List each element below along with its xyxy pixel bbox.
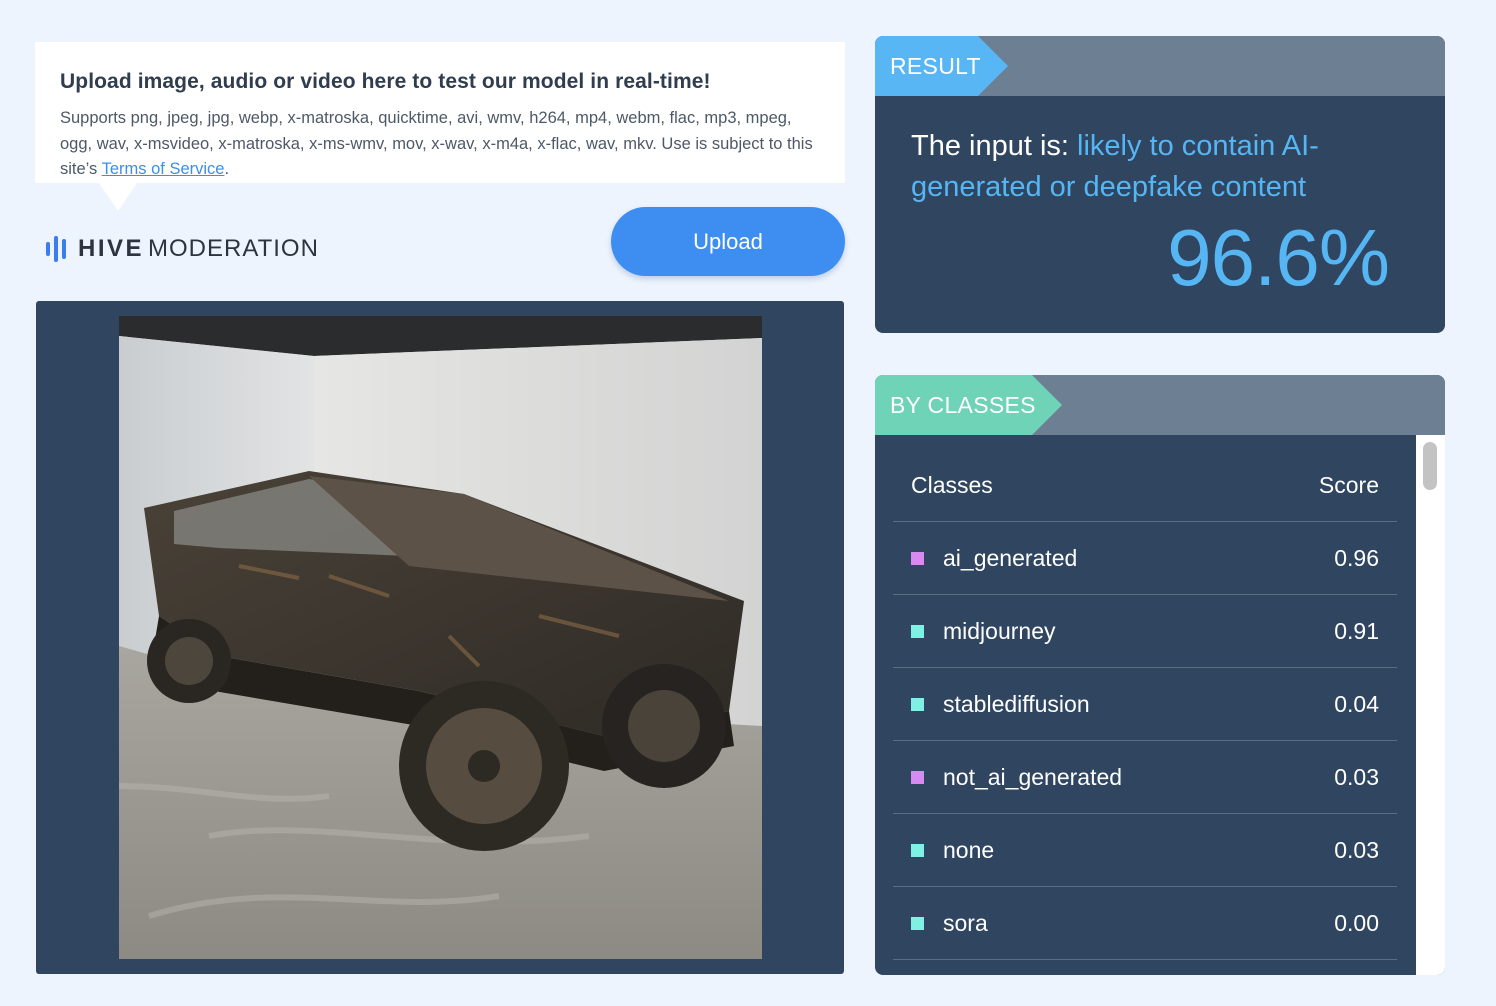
image-preview-panel bbox=[36, 301, 844, 974]
classes-table-header: Classes Score bbox=[893, 435, 1397, 522]
result-body: The input is: likely to contain AI-gener… bbox=[875, 96, 1445, 333]
class-score: 0.03 bbox=[1334, 763, 1379, 790]
upload-info-title: Upload image, audio or video here to tes… bbox=[60, 70, 711, 93]
class-color-swatch bbox=[911, 770, 924, 784]
logo-hive-text: HIVE bbox=[78, 235, 145, 262]
class-score: 0.96 bbox=[1334, 544, 1379, 571]
table-row: midjourney 0.91 bbox=[893, 595, 1397, 668]
table-row: ai_generated 0.96 bbox=[893, 522, 1397, 595]
class-score: 0.00 bbox=[1334, 909, 1379, 936]
supported-formats-text: Supports png, jpeg, jpg, webp, x-matrosk… bbox=[60, 106, 819, 183]
result-tab: RESULT bbox=[875, 36, 1008, 96]
score-column-header: Score bbox=[1318, 472, 1379, 498]
class-name: not_ai_generated bbox=[943, 763, 1123, 790]
class-name: none bbox=[943, 836, 995, 863]
hive-moderation-logo: HIVE MODERATION bbox=[46, 234, 319, 264]
class-name: stablediffusion bbox=[943, 690, 1090, 717]
classes-column-header: Classes bbox=[911, 472, 993, 498]
logo-moderation-text: MODERATION bbox=[148, 235, 319, 262]
class-color-swatch bbox=[911, 551, 924, 565]
terms-of-service-link[interactable]: Terms of Service bbox=[102, 160, 225, 178]
result-percentage: 96.6% bbox=[1167, 213, 1390, 302]
classes-body: Classes Score ai_generated 0.96 midjourn… bbox=[875, 435, 1445, 975]
result-header: RESULT bbox=[875, 36, 1445, 96]
hive-bars-icon bbox=[46, 236, 66, 262]
upload-button[interactable]: Upload bbox=[611, 207, 845, 276]
table-row: stablediffusion 0.04 bbox=[893, 668, 1397, 741]
class-name: sora bbox=[943, 909, 988, 936]
scrollbar-thumb[interactable] bbox=[1423, 442, 1437, 490]
class-score: 0.03 bbox=[1334, 836, 1379, 863]
class-color-swatch bbox=[911, 843, 924, 857]
table-row: sora 0.00 bbox=[893, 887, 1397, 960]
class-name: midjourney bbox=[943, 617, 1056, 644]
class-score: 0.04 bbox=[1334, 690, 1379, 717]
class-color-swatch bbox=[911, 697, 924, 711]
by-classes-header: BY CLASSES bbox=[875, 375, 1445, 435]
class-score: 0.91 bbox=[1334, 617, 1379, 644]
result-card: RESULT The input is: likely to contain A… bbox=[875, 36, 1445, 333]
result-prefix: The input is: bbox=[911, 130, 1078, 162]
class-name: ai_generated bbox=[943, 544, 1078, 571]
class-color-swatch bbox=[911, 916, 924, 930]
uploaded-image bbox=[119, 316, 762, 959]
by-classes-tab: BY CLASSES bbox=[875, 375, 1062, 435]
table-row: none 0.03 bbox=[893, 814, 1397, 887]
class-color-swatch bbox=[911, 624, 924, 638]
upload-info-card: Upload image, audio or video here to tes… bbox=[35, 42, 845, 211]
result-statement: The input is: likely to contain AI-gener… bbox=[911, 126, 1381, 208]
table-row: not_ai_generated 0.03 bbox=[893, 741, 1397, 814]
by-classes-card: BY CLASSES Classes Score ai_generated 0.… bbox=[875, 375, 1445, 975]
uploaded-image-graphic bbox=[119, 316, 762, 959]
classes-table: Classes Score ai_generated 0.96 midjourn… bbox=[893, 435, 1397, 960]
terms-suffix: . bbox=[224, 160, 230, 178]
classes-scrollbar[interactable] bbox=[1416, 435, 1445, 975]
